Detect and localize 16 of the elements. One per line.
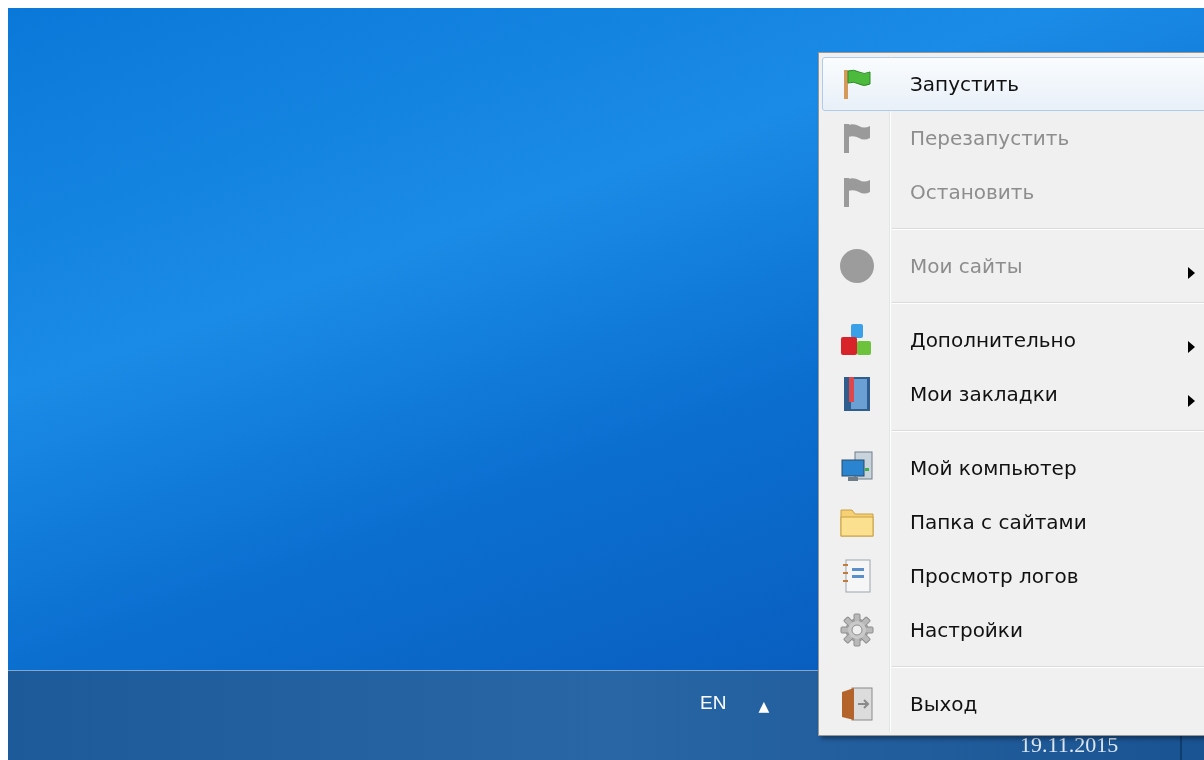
notepad-icon	[841, 558, 872, 594]
tray-arrow[interactable]: ▲	[758, 699, 770, 713]
book-icon	[841, 376, 872, 412]
clock-date[interactable]: 19.11.2015	[1020, 734, 1119, 756]
menu-item[interactable]: Просмотр логов	[822, 549, 1204, 603]
door-icon	[839, 686, 874, 722]
folder-icon	[838, 506, 875, 538]
language-indicator[interactable]: EN	[700, 689, 727, 718]
menu-item[interactable]: Мой компьютер	[822, 441, 1204, 495]
menu-item[interactable]: Дополнительно	[822, 313, 1204, 367]
circle-icon	[838, 248, 875, 284]
menu-item[interactable]: Папка с сайтами	[822, 495, 1204, 549]
menu-item[interactable]: Настройки	[822, 603, 1204, 657]
menu-item[interactable]: Мои закладки	[822, 367, 1204, 421]
menu-item[interactable]: Выход	[822, 677, 1204, 731]
menu-item[interactable]: Запустить	[822, 57, 1204, 111]
